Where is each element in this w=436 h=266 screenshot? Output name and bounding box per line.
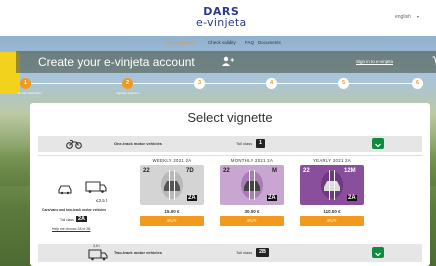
language-label: english — [395, 14, 411, 20]
step-3: 3 — [194, 78, 205, 89]
nav-check-validity[interactable]: Check validity — [208, 40, 236, 45]
cart-icon[interactable] — [432, 56, 436, 66]
van-icon — [85, 181, 107, 193]
sticker-period: M — [272, 168, 277, 174]
category-two-track[interactable]: 3,5 t Two-track motor vehicles Toll clas… — [38, 244, 422, 262]
vignette-car-emblem-icon — [241, 170, 263, 200]
vignette-car-emblem-icon — [161, 170, 183, 200]
main-nav: Buy e-vignette Check validity FAQ Docume… — [40, 40, 436, 48]
category-description: Cars/vans and two-track motor vehicles — [42, 208, 107, 212]
vignette-card: Select vignette One-track motor vehicles… — [30, 103, 430, 266]
page-title: Create your e-vinjeta account — [38, 55, 195, 69]
vignette-title: YEARLY 2021 2A — [313, 158, 351, 163]
sticker-class: 2A — [347, 195, 357, 201]
select-vignette-title: Select vignette — [187, 110, 273, 125]
buy-yearly-button[interactable]: BUY — [300, 216, 364, 226]
vignette-price: 30.00 € — [244, 209, 260, 214]
vignette-car-emblem-icon — [321, 170, 343, 200]
dars-logo[interactable]: DARS e-vinjeta — [196, 6, 247, 28]
sticker-period: 7D — [186, 168, 194, 174]
vignette-price: 110.00 € — [323, 209, 341, 214]
expand-category-button[interactable] — [372, 247, 384, 258]
expand-category-button[interactable] — [372, 138, 384, 149]
toll-class-badge: 2B — [256, 248, 270, 257]
nav-faq[interactable]: FAQ — [245, 40, 254, 45]
step-4: 4 — [266, 78, 277, 89]
category-one-track[interactable]: One-track motor vehicles Toll class 1 — [38, 136, 422, 152]
step-6: 6 — [412, 78, 423, 89]
title-band: Create your e-vinjeta account Sign in to… — [16, 51, 436, 73]
vignette-sticker: 22 7D 2A — [140, 165, 204, 205]
chevron-down-icon — [375, 252, 381, 257]
sign-in-link[interactable]: Sign in to e-vinjeta — [356, 59, 393, 64]
sticker-year: 22 — [143, 168, 150, 174]
category-label: Two-track motor vehicles — [114, 250, 162, 255]
weight-limit: ≤3,5 t — [96, 198, 108, 203]
steps-line — [31, 83, 421, 84]
vignette-sticker: 22 12M 2A — [300, 165, 364, 205]
category-label: One-track motor vehicles — [114, 141, 163, 146]
step-1-label: E-mail verification — [18, 91, 42, 95]
toll-class-badge-open: 2A — [76, 216, 88, 222]
sticker-year: 22 — [303, 168, 310, 174]
nav-documents[interactable]: Documents — [258, 40, 281, 45]
vignette-title: WEEKLY 2021 2A — [152, 158, 192, 163]
nav-buy-evignette[interactable]: Buy e-vignette — [166, 40, 195, 45]
chevron-down-icon — [375, 143, 381, 148]
vignette-price: 15.00 € — [164, 209, 180, 214]
truck-icon — [88, 249, 108, 261]
step-2-label: Vignette selection — [116, 91, 140, 95]
language-select[interactable]: english ▾ — [395, 14, 419, 20]
category-two-track-panel: ≤3,5 t Cars/vans and two-track motor veh… — [38, 155, 422, 244]
sticker-period: 12M — [344, 168, 356, 174]
sticker-year: 22 — [223, 168, 230, 174]
motorcycle-icon — [66, 139, 82, 149]
step-2: 2 — [122, 78, 133, 89]
car-icon — [58, 185, 72, 195]
toll-class-badge: 1 — [256, 139, 266, 148]
row-weight: 3,5 t — [93, 244, 100, 248]
sticker-class: 2A — [187, 195, 197, 201]
top-bar: DARS e-vinjeta english ▾ — [0, 0, 436, 36]
buy-weekly-button[interactable]: BUY — [140, 216, 204, 226]
progress-steps: 1 2 3 4 5 6 E-mail verification Vignette… — [16, 76, 436, 98]
vignette-sticker: 22 M 2A — [220, 165, 284, 205]
chevron-down-icon: ▾ — [416, 14, 419, 19]
toll-class-label: Toll class — [236, 141, 253, 146]
sticker-class: 2A — [267, 195, 277, 201]
logo-bottom: e-vinjeta — [196, 16, 247, 29]
toll-class-label-open: Toll class — [60, 218, 74, 222]
buy-monthly-button[interactable]: BUY — [220, 216, 284, 226]
add-user-icon — [222, 56, 234, 66]
help-choose-link[interactable]: Help me choose 2A or 2B — [52, 227, 90, 231]
vignette-title: MONTHLY 2021 2A — [230, 158, 274, 163]
step-5: 5 — [338, 78, 349, 89]
toll-class-label: Toll class — [236, 250, 253, 255]
step-1: 1 — [20, 78, 31, 89]
